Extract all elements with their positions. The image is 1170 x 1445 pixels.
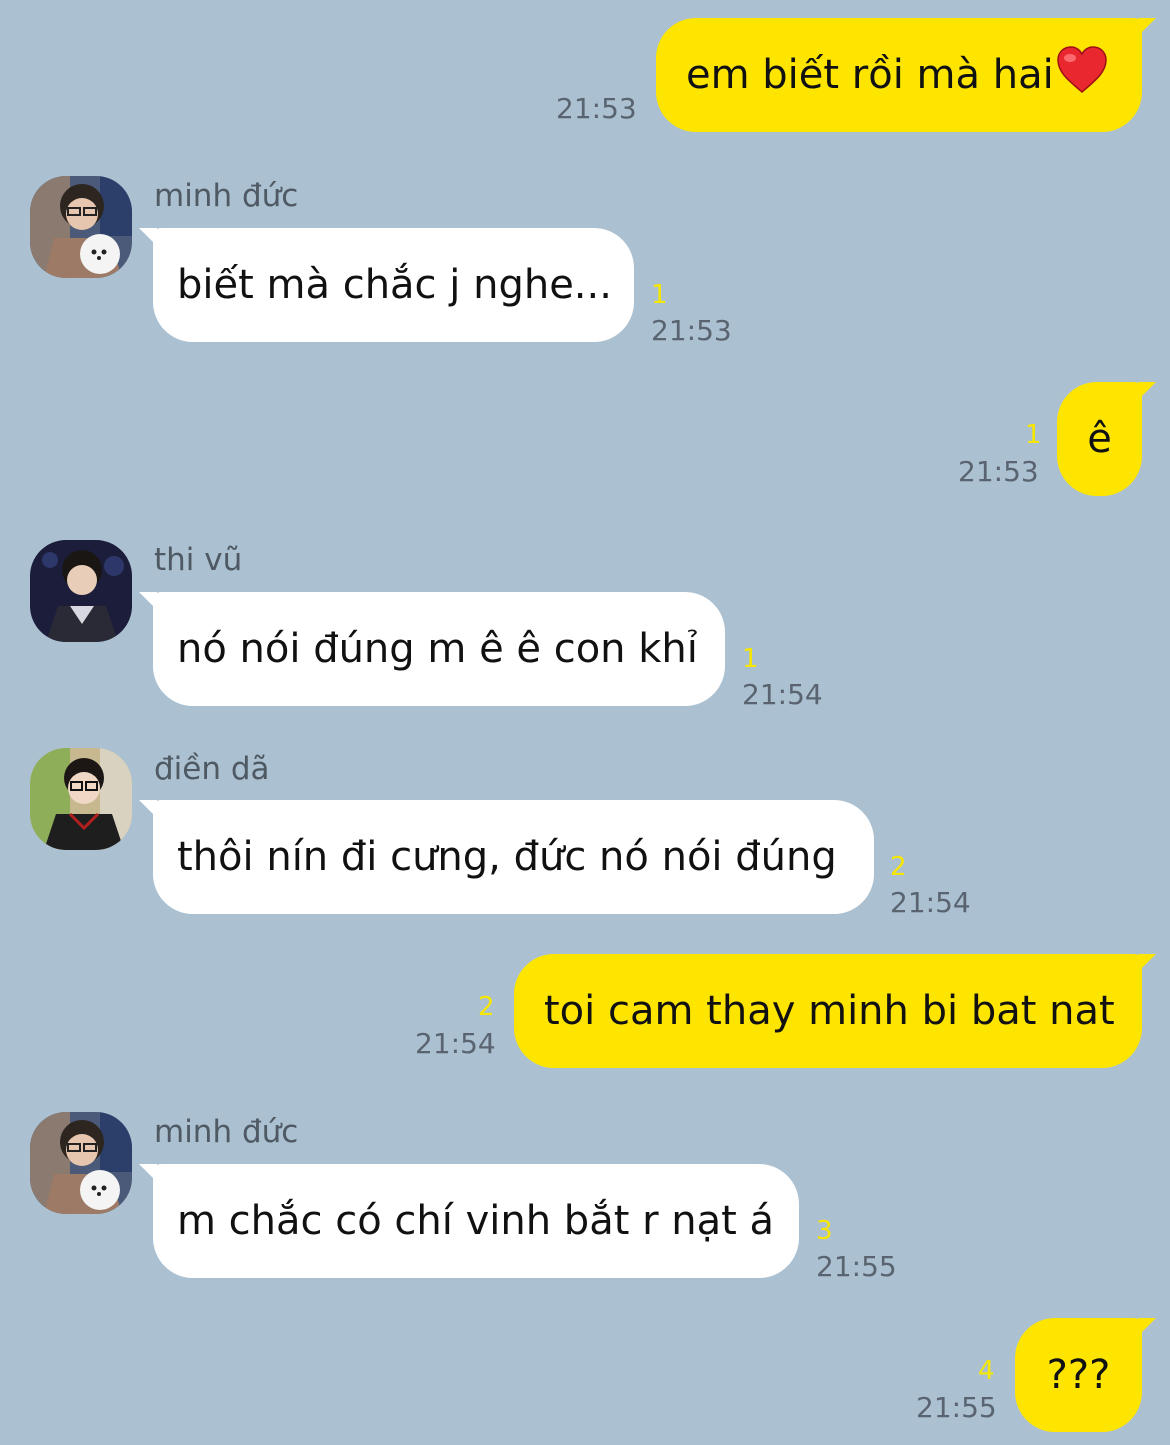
avatar-minh-duc[interactable] — [30, 1112, 132, 1214]
unread-count: 1 — [742, 644, 759, 674]
their-message-bubble[interactable]: m chắc có chí vinh bắt r nạt á — [139, 1164, 799, 1278]
message-text: biết mà chắc j nghe... — [177, 262, 612, 308]
unread-count: 1 — [1025, 420, 1042, 450]
message-time: 21:55 — [816, 1250, 897, 1283]
unread-count: 2 — [478, 992, 495, 1022]
my-message-bubble[interactable]: em biết rồi mà hai — [656, 18, 1156, 132]
unread-count: 1 — [651, 280, 668, 310]
message-time: 21:55 — [916, 1391, 997, 1424]
message-time: 21:54 — [742, 678, 823, 711]
sender-name: thi vũ — [154, 542, 243, 578]
avatar-thi-vu[interactable] — [30, 540, 132, 642]
message-time: 21:53 — [556, 92, 637, 125]
message-text: nó nói đúng m ê ê con khỉ — [177, 626, 698, 672]
message-text: toi cam thay minh bi bat nat — [544, 988, 1115, 1034]
message-time: 21:54 — [890, 886, 971, 919]
avatar-minh-duc[interactable] — [30, 176, 132, 278]
message-text: thôi nín đi cưng, đức nó nói đúng — [177, 834, 837, 880]
unread-count: 2 — [890, 852, 907, 882]
unread-count: 3 — [816, 1216, 833, 1246]
message-text: ??? — [1046, 1352, 1111, 1398]
heart-icon — [1056, 46, 1108, 104]
message-time: 21:53 — [958, 455, 1039, 488]
my-message-bubble[interactable]: ê — [1057, 382, 1156, 496]
my-message-bubble[interactable]: ??? — [1015, 1318, 1156, 1432]
avatar-dien-da[interactable] — [30, 748, 132, 850]
message-text: ê — [1087, 416, 1112, 462]
sender-name: minh đức — [154, 178, 299, 214]
unread-count: 4 — [978, 1356, 995, 1386]
sender-name: minh đức — [154, 1114, 299, 1150]
sender-name: điền dã — [154, 751, 270, 787]
message-time: 21:53 — [651, 314, 732, 347]
chat-view: 21:53 em biết rồi mà hai minh đức biết m… — [0, 0, 1170, 1445]
their-message-bubble[interactable]: thôi nín đi cưng, đức nó nói đúng — [139, 800, 874, 914]
my-message-bubble[interactable]: toi cam thay minh bi bat nat — [514, 954, 1156, 1068]
message-text: em biết rồi mà hai — [686, 52, 1054, 98]
their-message-bubble[interactable]: biết mà chắc j nghe... — [139, 228, 634, 342]
their-message-bubble[interactable]: nó nói đúng m ê ê con khỉ — [139, 592, 725, 706]
message-time: 21:54 — [415, 1027, 496, 1060]
message-text: m chắc có chí vinh bắt r nạt á — [177, 1198, 775, 1244]
